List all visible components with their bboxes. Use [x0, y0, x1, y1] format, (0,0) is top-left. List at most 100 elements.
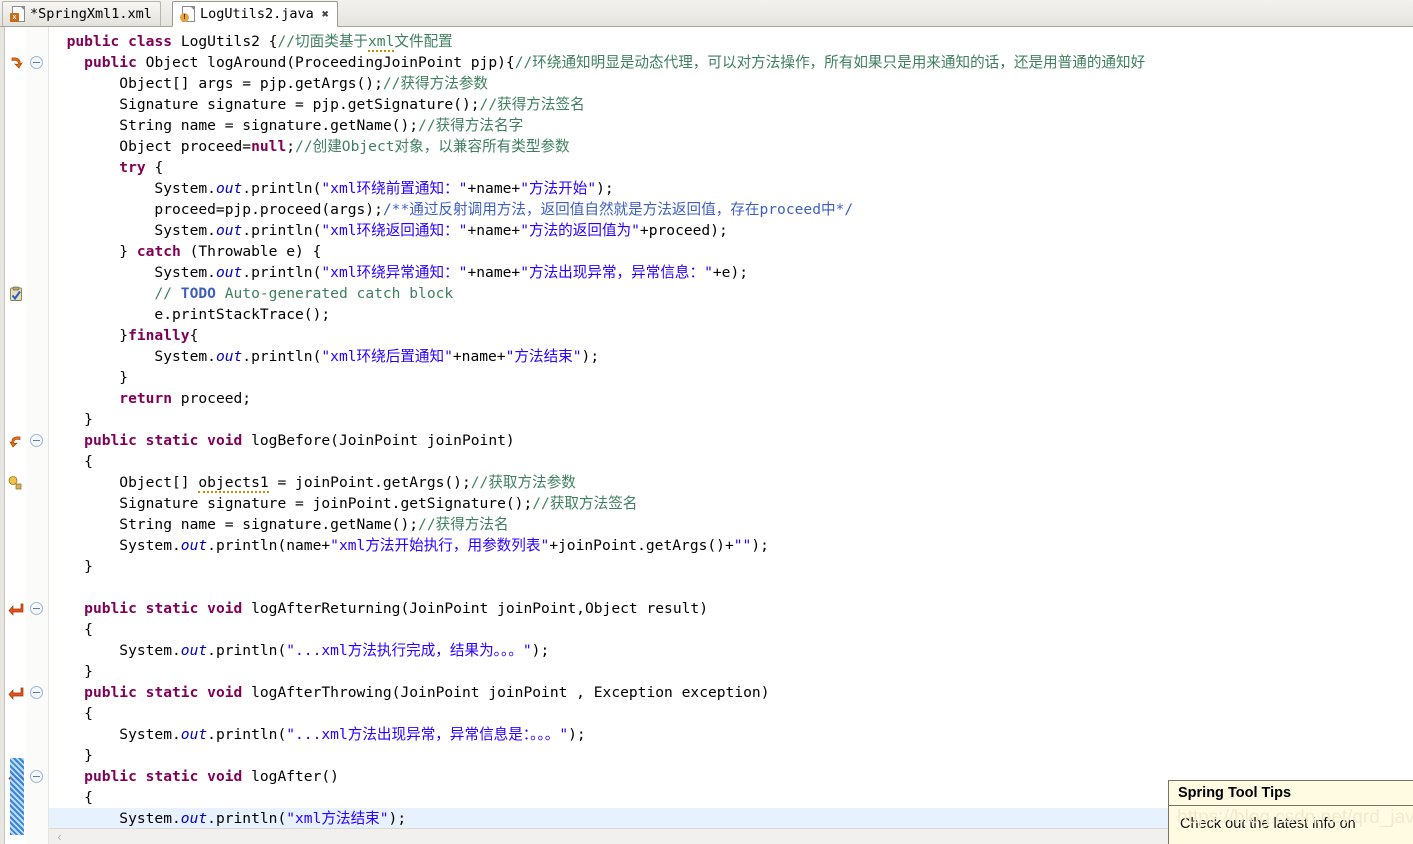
code-editor[interactable]: public class LogUtils2 {//切面类基于xml文件配置 p…	[0, 27, 1413, 844]
code-line[interactable]: public class LogUtils2 {//切面类基于xml文件配置	[49, 31, 453, 52]
code-token: (Throwable e) {	[180, 243, 322, 260]
code-token: Object[]	[49, 474, 199, 491]
code-line[interactable]: }	[49, 745, 93, 766]
fold-collapse-icon[interactable]	[30, 434, 43, 447]
code-line[interactable]: System.out.println("...xml方法出现异常，异常信息是：。…	[49, 724, 586, 745]
warning-marker-icon[interactable]	[8, 475, 24, 491]
code-token: //获得方法名字	[418, 117, 524, 134]
spring-return-marker-icon[interactable]	[8, 601, 24, 617]
code-token: +name+	[452, 348, 506, 365]
code-line[interactable]: proceed=pjp.proceed(args);/**通过反射调用方法，返回…	[49, 199, 853, 220]
code-line[interactable]: {	[49, 619, 93, 640]
code-token: .println(	[242, 180, 322, 197]
popup-body-text: Check out the latest info on	[1180, 816, 1356, 832]
eclipse-editor-window: x *SpringXml1.xml ! LogUtils2.java ✖ pub…	[0, 0, 1413, 844]
code-token: System.	[49, 537, 181, 554]
code-token: String name = signature.getName();	[49, 117, 419, 134]
code-token: logBefore(JoinPoint joinPoint)	[251, 432, 515, 449]
java-file-warning-icon: !	[180, 6, 195, 22]
code-token: "方法结束"	[505, 348, 582, 365]
code-line[interactable]: System.out.println("xml环绕异常通知："+name+"方法…	[49, 262, 748, 283]
scroll-left-arrow-icon[interactable]: ‹	[53, 830, 66, 843]
tab-logutils2-java[interactable]: ! LogUtils2.java ✖	[172, 1, 339, 27]
code-token: TODO	[180, 285, 216, 302]
close-icon[interactable]: ✖	[322, 7, 329, 21]
tab-label: *SpringXml1.xml	[30, 6, 152, 22]
code-line[interactable]: {	[49, 787, 93, 808]
spring-return-marker-icon[interactable]	[8, 685, 24, 701]
code-token: logAfterThrowing(JoinPoint joinPoint , E…	[251, 684, 770, 701]
code-token: public	[84, 54, 146, 71]
code-token: }	[49, 663, 93, 680]
fold-collapse-icon[interactable]	[30, 770, 43, 783]
code-line[interactable]: System.out.println("xml环绕前置通知："+name+"方法…	[49, 178, 613, 199]
code-line[interactable]: {	[49, 703, 93, 724]
code-line[interactable]: Object[] objects1 = joinPoint.getArgs();…	[49, 472, 576, 493]
code-token: = joinPoint.getArgs();	[268, 474, 471, 491]
code-line[interactable]: } catch (Throwable e) {	[49, 241, 321, 262]
code-line[interactable]: public static void logBefore(JoinPoint j…	[49, 430, 515, 451]
code-line[interactable]: public static void logAfterReturning(Joi…	[49, 598, 708, 619]
code-line[interactable]: public Object logAround(ProceedingJoinPo…	[49, 52, 1145, 73]
code-line[interactable]: Signature signature = joinPoint.getSigna…	[49, 493, 637, 514]
code-token: +proceed);	[639, 222, 728, 239]
fold-collapse-icon[interactable]	[30, 686, 43, 699]
code-line[interactable]: Object[] args = pjp.getArgs();//获得方法参数	[49, 73, 488, 94]
code-line[interactable]: String name = signature.getName();//获得方法…	[49, 115, 523, 136]
code-line[interactable]: }	[49, 409, 93, 430]
code-token: out	[180, 642, 208, 659]
code-token: catch	[136, 243, 181, 260]
code-token: "...xml方法出现异常，异常信息是：。。。"	[286, 726, 569, 743]
code-token: +name+	[467, 264, 521, 281]
spring-override-marker-icon[interactable]	[8, 433, 24, 449]
code-token: out	[215, 222, 243, 239]
folding-ruler[interactable]	[26, 27, 49, 844]
code-token: {	[49, 621, 93, 638]
code-line[interactable]: }	[49, 556, 93, 577]
code-line[interactable]: System.out.println("xml方法结束");	[49, 808, 406, 829]
code-line[interactable]: }	[49, 367, 128, 388]
code-line[interactable]: {	[49, 451, 93, 472]
code-token: System.	[49, 222, 216, 239]
code-line[interactable]: return proceed;	[49, 388, 251, 409]
spring-bean-marker-icon[interactable]	[8, 55, 24, 71]
code-line[interactable]: System.out.println(name+"xml方法开始执行，用参数列表…	[49, 535, 769, 556]
code-token: Object proceed=	[49, 138, 252, 155]
task-todo-marker-icon[interactable]	[8, 286, 24, 302]
code-token: finally	[128, 327, 190, 344]
code-line[interactable]: System.out.println("xml环绕后置通知"+name+"方法结…	[49, 346, 599, 367]
code-line[interactable]: Object proceed=null;//创建Object对象，以兼容所有类型…	[49, 136, 569, 157]
code-line[interactable]: Signature signature = pjp.getSignature()…	[49, 94, 584, 115]
code-token: +e);	[712, 264, 749, 281]
code-token: {	[189, 327, 199, 344]
code-line[interactable]: String name = signature.getName();//获得方法…	[49, 514, 509, 535]
code-token: Object[] args = pjp.getArgs();	[49, 75, 383, 92]
code-line[interactable]: e.printStackTrace();	[49, 304, 330, 325]
annotation-ruler[interactable]	[5, 27, 27, 844]
code-token: //获得方法名	[418, 516, 509, 533]
spring-tool-tips-popup[interactable]: Spring Tool Tips Check out the latest in…	[1168, 780, 1413, 844]
code-token: logAfterReturning(JoinPoint joinPoint,Ob…	[251, 600, 708, 617]
code-token: "...xml方法执行完成，结果为。。。"	[286, 642, 532, 659]
fold-collapse-icon[interactable]	[30, 56, 43, 69]
tab-springxml1-xml[interactable]: x *SpringXml1.xml	[2, 1, 161, 26]
code-line[interactable]: // TODO Auto-generated catch block	[49, 283, 453, 304]
fold-collapse-icon[interactable]	[30, 602, 43, 615]
code-line[interactable]: public static void logAfterThrowing(Join…	[49, 682, 769, 703]
code-token: );	[568, 726, 586, 743]
code-line[interactable]: System.out.println("xml环绕返回通知："+name+"方法…	[49, 220, 728, 241]
code-token: proceed=pjp.proceed(args);	[49, 201, 383, 218]
code-line[interactable]: }finally{	[49, 325, 198, 346]
code-token: proceed;	[172, 390, 252, 407]
code-line[interactable]: public static void logAfter()	[49, 766, 339, 787]
code-area[interactable]: public class LogUtils2 {//切面类基于xml文件配置 p…	[49, 27, 1413, 844]
code-line[interactable]: try {	[49, 157, 163, 178]
code-token: }	[49, 558, 93, 575]
code-token: .println(	[242, 222, 322, 239]
code-line[interactable]: System.out.println("...xml方法执行完成，结果为。。。"…	[49, 640, 549, 661]
code-line[interactable]: }	[49, 661, 93, 682]
